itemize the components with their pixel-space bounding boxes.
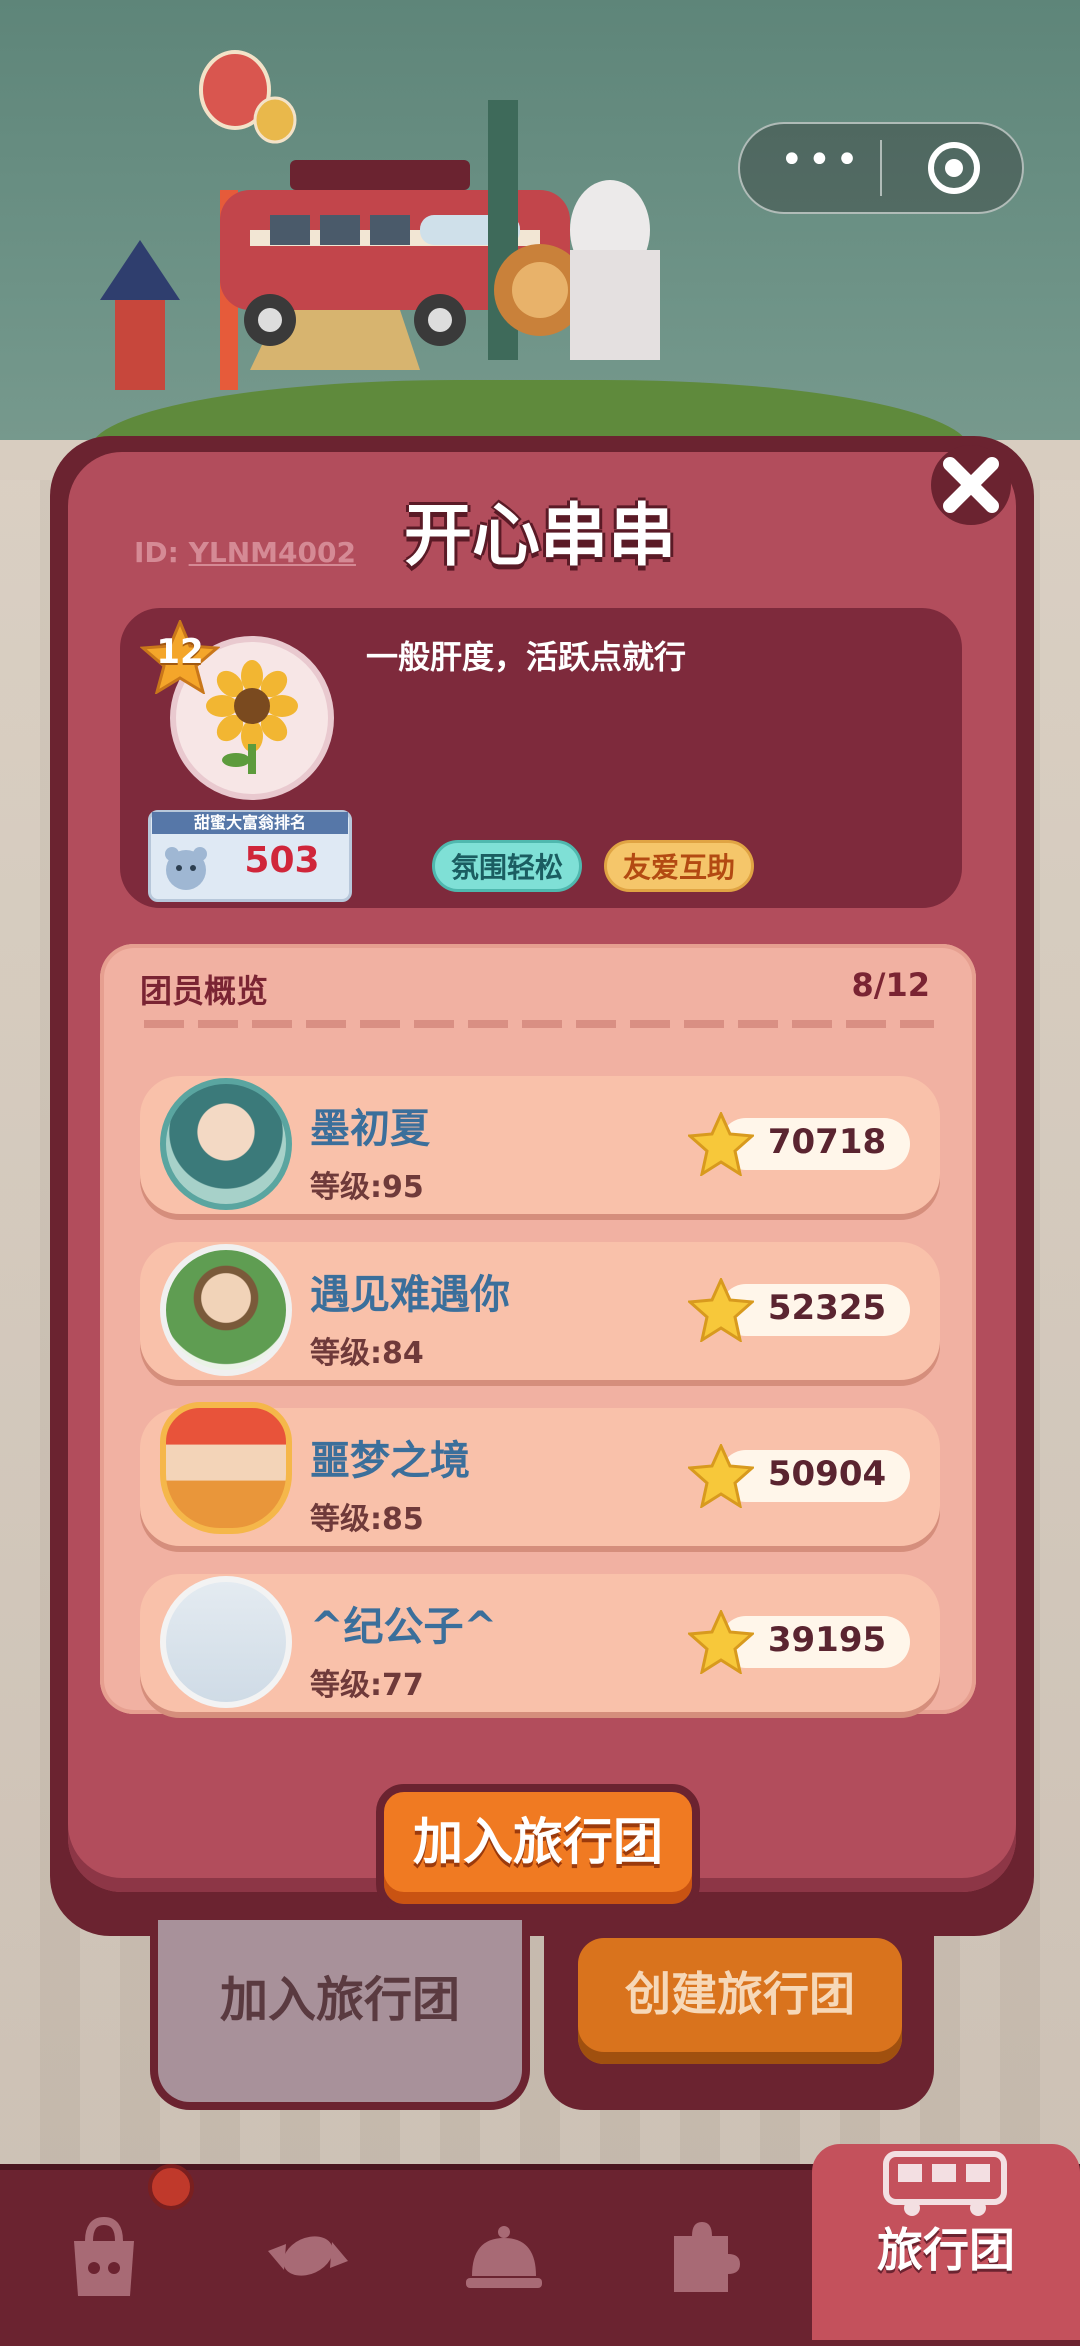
member-name: 遇见难遇你 [310, 1272, 510, 1318]
member-level: 等级:77 [310, 1668, 424, 1703]
star-icon [688, 1610, 754, 1674]
member-level: 等级:85 [310, 1502, 424, 1537]
nav-tab-travel-team-label: 旅行团 [877, 2223, 1015, 2277]
close-icon[interactable] [928, 442, 1014, 528]
member-score: 39195 [767, 1620, 887, 1660]
star-icon [688, 1278, 754, 1342]
member-score: 52325 [767, 1288, 887, 1328]
members-title: 团员概览 [140, 972, 269, 1010]
member-avatar [160, 1078, 292, 1210]
shop-icon[interactable] [44, 2196, 164, 2316]
bus-icon [883, 2151, 1007, 2216]
travel-scene-illustration [100, 50, 660, 390]
rank-value: 503 [244, 840, 320, 881]
candy-icon[interactable] [248, 2196, 368, 2316]
team-level: 12 [156, 632, 204, 672]
member-name: 墨初夏 [310, 1106, 430, 1152]
rank-title: 甜蜜大富翁排名 [152, 812, 348, 834]
members-divider [144, 1020, 934, 1028]
member-avatar-placeholder [160, 1576, 292, 1708]
team-name: 开心串串 [403, 497, 676, 576]
bear-mascot-icon [165, 847, 207, 890]
tag-relaxed: 氛围轻松 [432, 840, 583, 892]
member-level: 等级:95 [310, 1170, 424, 1205]
tab-join-team-label: 加入旅行团 [219, 1972, 460, 2028]
team-id: ID: YLNM4002 [134, 536, 356, 576]
star-icon [688, 1444, 754, 1508]
team-id-label: ID: [134, 536, 179, 569]
capsule-divider [880, 140, 882, 196]
tag-helpful: 友爱互助 [604, 840, 755, 892]
more-options-icon[interactable]: ••• [780, 140, 859, 186]
close-miniprogram-icon[interactable] [928, 142, 980, 194]
join-team-button[interactable]: 加入旅行团 [376, 1784, 700, 1912]
members-count: 8/12 [851, 966, 930, 1004]
member-avatar [160, 1402, 292, 1534]
team-id-value: YLNM4002 [188, 536, 356, 569]
puzzle-icon[interactable] [640, 2196, 760, 2316]
member-level: 等级:84 [310, 1336, 424, 1371]
create-team-button[interactable]: 创建旅行团 [578, 1938, 902, 2064]
member-name: 噩梦之境 [310, 1438, 470, 1484]
service-bell-icon[interactable] [444, 2196, 564, 2316]
member-score: 50904 [767, 1454, 887, 1494]
member-name: ^纪公子^ [310, 1604, 498, 1650]
star-icon [688, 1112, 754, 1176]
member-avatar [160, 1244, 292, 1376]
member-score: 70718 [767, 1122, 887, 1162]
team-description: 一般肝度，活跃点就行 [366, 638, 687, 676]
